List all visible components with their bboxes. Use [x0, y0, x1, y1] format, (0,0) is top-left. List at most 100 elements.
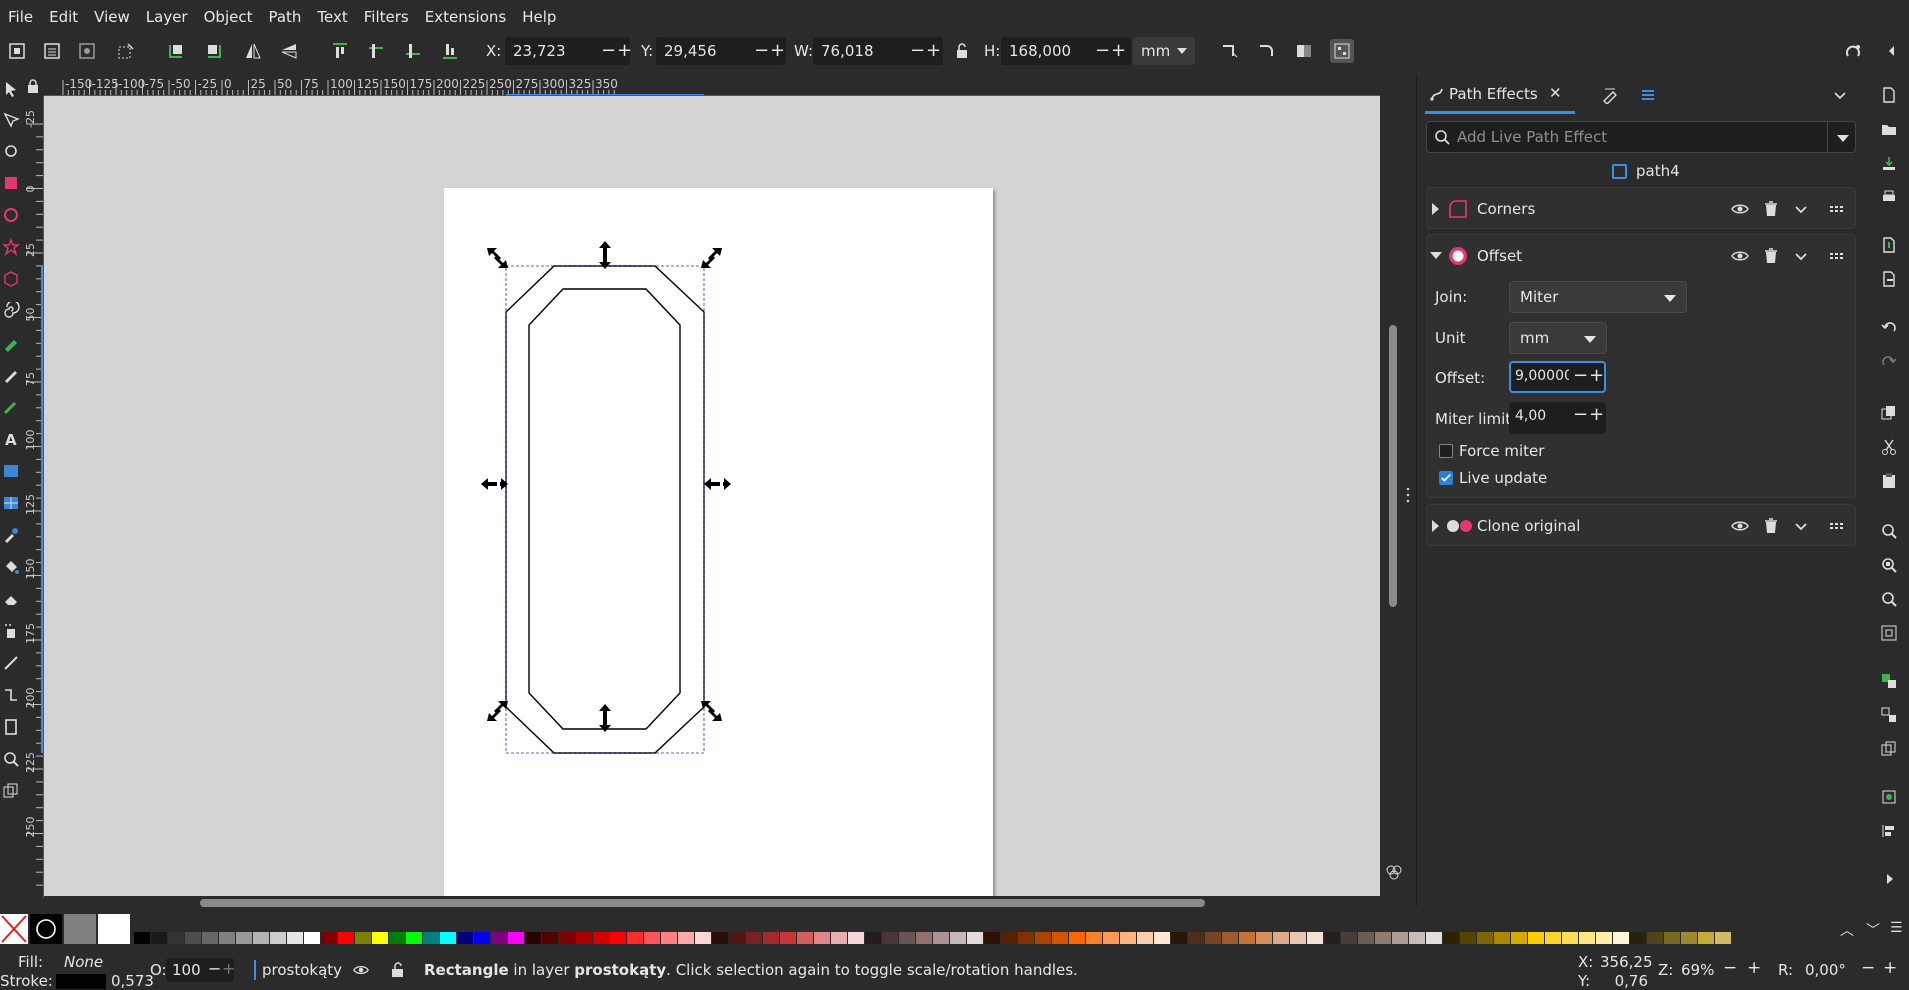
- print-icon[interactable]: [1880, 188, 1898, 206]
- raise-to-top-icon[interactable]: [330, 41, 350, 61]
- paste-icon[interactable]: [1880, 472, 1898, 490]
- xml-editor-icon[interactable]: [1880, 788, 1898, 806]
- fill-value[interactable]: None: [64, 953, 103, 971]
- color-swatch[interactable]: [712, 932, 728, 944]
- chevron-down-icon[interactable]: [1791, 246, 1811, 266]
- color-swatch[interactable]: [1256, 932, 1272, 944]
- color-swatch[interactable]: [525, 932, 541, 944]
- color-swatch[interactable]: [372, 932, 388, 944]
- color-swatch[interactable]: [1205, 932, 1221, 944]
- menu-edit[interactable]: Edit: [41, 8, 86, 26]
- color-manage-icon[interactable]: [1384, 862, 1404, 882]
- zoom-drawing-icon[interactable]: [1880, 556, 1898, 574]
- color-swatch[interactable]: [1052, 932, 1068, 944]
- color-swatch[interactable]: [1494, 932, 1510, 944]
- expand-arrow-icon[interactable]: [1432, 203, 1439, 215]
- drag-handle-icon[interactable]: [1827, 246, 1847, 266]
- color-swatch[interactable]: [321, 932, 337, 944]
- color-swatch[interactable]: [457, 932, 473, 944]
- menu-layer[interactable]: Layer: [138, 8, 196, 26]
- color-swatch[interactable]: [644, 932, 660, 944]
- color-swatch[interactable]: [1511, 932, 1527, 944]
- miter-limit-input[interactable]: 4,00: [1515, 408, 1546, 424]
- selector-tool-icon[interactable]: [2, 80, 20, 98]
- color-swatch[interactable]: [610, 932, 626, 944]
- tweak-tool-icon[interactable]: [2, 142, 20, 160]
- offset-outer-shape[interactable]: [505, 265, 705, 754]
- chevron-down-icon[interactable]: [1791, 199, 1811, 219]
- miter-increment[interactable]: +: [1589, 404, 1604, 425]
- copy-icon[interactable]: [1880, 404, 1898, 422]
- paint-bucket-tool-icon[interactable]: [2, 558, 20, 576]
- color-swatch[interactable]: [1273, 932, 1289, 944]
- palette-menu-icon[interactable]: ☰: [1890, 920, 1903, 936]
- y-increment[interactable]: +: [770, 40, 785, 61]
- transform-patterns-icon[interactable]: [1330, 39, 1354, 63]
- color-swatch[interactable]: [270, 932, 286, 944]
- color-swatch[interactable]: [1630, 932, 1646, 944]
- color-swatch[interactable]: [1596, 932, 1612, 944]
- flip-vertical-icon[interactable]: [279, 41, 299, 61]
- color-swatch[interactable]: [168, 932, 184, 944]
- offset-decrement[interactable]: −: [1573, 365, 1588, 386]
- w-decrement[interactable]: −: [910, 40, 925, 61]
- x-increment[interactable]: +: [617, 40, 632, 61]
- expand-right-icon[interactable]: [1880, 870, 1898, 888]
- color-swatch[interactable]: [1001, 932, 1017, 944]
- zoom-tool-icon[interactable]: [2, 750, 20, 768]
- menu-path[interactable]: Path: [260, 8, 309, 26]
- color-swatch[interactable]: [287, 932, 303, 944]
- force-miter-checkbox[interactable]: [1439, 444, 1453, 458]
- color-swatch[interactable]: [576, 932, 592, 944]
- spiral-tool-icon[interactable]: [2, 300, 20, 320]
- x-spinbox[interactable]: 23,723 − +: [505, 37, 632, 65]
- pen-tool-icon[interactable]: [2, 334, 20, 352]
- trash-icon[interactable]: [1761, 516, 1781, 536]
- scale-stroke-icon[interactable]: [1220, 41, 1240, 61]
- color-swatch[interactable]: [1069, 932, 1085, 944]
- menu-help[interactable]: Help: [514, 8, 564, 26]
- color-swatch[interactable]: [389, 932, 405, 944]
- opacity-decrement[interactable]: −: [208, 959, 221, 978]
- color-swatch[interactable]: [1664, 932, 1680, 944]
- y-spinbox[interactable]: 29,456 − +: [656, 37, 786, 65]
- spray-tool-icon[interactable]: [2, 622, 20, 640]
- color-swatch[interactable]: [797, 932, 813, 944]
- tab-fill-stroke[interactable]: [1589, 76, 1629, 114]
- trash-icon[interactable]: [1761, 199, 1781, 219]
- scale-corners-icon[interactable]: [1257, 41, 1277, 61]
- color-swatch[interactable]: [1545, 932, 1561, 944]
- color-swatch[interactable]: [729, 932, 745, 944]
- color-swatch[interactable]: [1307, 932, 1323, 944]
- original-path-shape[interactable]: [528, 288, 681, 730]
- pages-tool-icon[interactable]: [2, 718, 20, 736]
- zoom-increment[interactable]: +: [1747, 958, 1761, 978]
- color-swatch[interactable]: [559, 932, 575, 944]
- rotation-increment[interactable]: +: [1883, 958, 1897, 978]
- menu-file[interactable]: File: [0, 8, 41, 26]
- scale-handles[interactable]: [481, 241, 731, 732]
- color-swatch[interactable]: [950, 932, 966, 944]
- ungroup-icon[interactable]: [1880, 706, 1898, 724]
- h-increment[interactable]: +: [1111, 40, 1126, 61]
- zoom-selection-icon[interactable]: [1880, 522, 1898, 540]
- color-swatch[interactable]: [219, 932, 235, 944]
- select-all-icon[interactable]: [7, 41, 27, 61]
- color-swatch[interactable]: [1171, 932, 1187, 944]
- color-swatch[interactable]: [406, 932, 422, 944]
- color-swatch[interactable]: [831, 932, 847, 944]
- color-swatch[interactable]: [916, 932, 932, 944]
- export-icon[interactable]: [1880, 270, 1898, 288]
- color-swatch[interactable]: [814, 932, 830, 944]
- color-swatch[interactable]: [1103, 932, 1119, 944]
- zoom-width-icon[interactable]: [1880, 624, 1898, 642]
- snap-toggle-icon[interactable]: [1843, 41, 1863, 61]
- connector-tool-icon[interactable]: [2, 686, 20, 704]
- flip-horizontal-icon[interactable]: [243, 41, 263, 61]
- menu-object[interactable]: Object: [196, 8, 261, 26]
- color-swatch[interactable]: [440, 932, 456, 944]
- color-swatch[interactable]: [1715, 932, 1731, 944]
- rotate-ccw-icon[interactable]: [166, 41, 186, 61]
- lower-icon[interactable]: [403, 41, 423, 61]
- miter-limit-spinbox[interactable]: 4,00 − +: [1509, 402, 1606, 434]
